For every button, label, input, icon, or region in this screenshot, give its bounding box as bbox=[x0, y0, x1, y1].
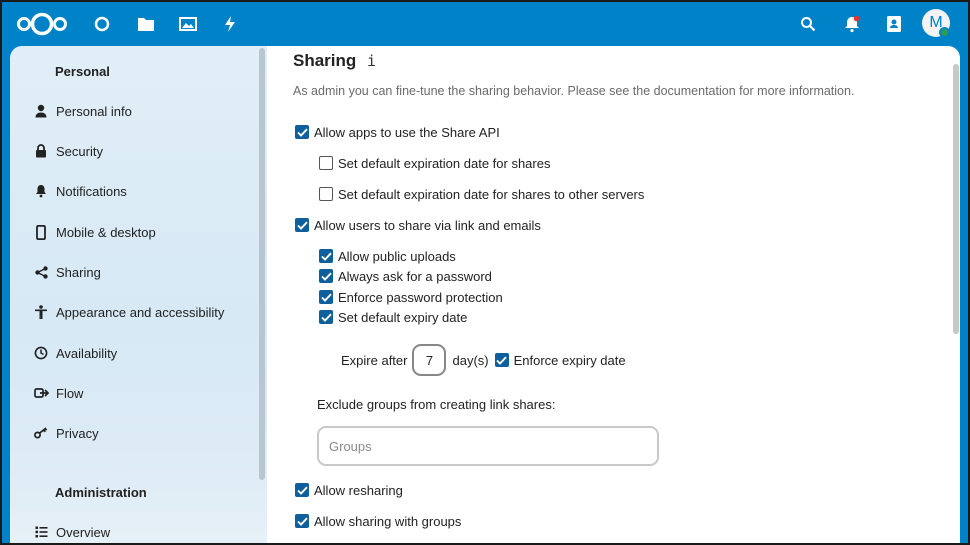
info-icon[interactable]: i bbox=[367, 52, 376, 70]
sidebar-item-sharing[interactable]: Sharing bbox=[26, 254, 254, 290]
option-label: Allow apps to use the Share API bbox=[314, 124, 500, 140]
share-icon bbox=[26, 265, 56, 279]
sidebar-item-label: Privacy bbox=[56, 425, 99, 441]
option-share-api[interactable]: Allow apps to use the Share API bbox=[295, 123, 500, 141]
accessibility-icon bbox=[26, 304, 56, 320]
sidebar-item-appearance[interactable]: Appearance and accessibility bbox=[26, 294, 254, 330]
app-window: M Personal Personal info Security Notifi… bbox=[2, 2, 968, 543]
option-enforce-password[interactable]: Enforce password protection bbox=[319, 288, 503, 306]
option-label: Allow sharing with groups bbox=[314, 513, 462, 529]
expire-days-input[interactable] bbox=[412, 344, 447, 376]
option-label: Set default expiry date bbox=[338, 309, 468, 325]
option-label: Set default expiration date for shares t… bbox=[338, 186, 645, 202]
sidebar-item-notifications[interactable]: Notifications bbox=[26, 173, 254, 209]
section-description: As admin you can fine-tune the sharing b… bbox=[293, 84, 855, 98]
settings-sidebar: Personal Personal info Security Notifica… bbox=[10, 46, 267, 543]
sidebar-item-overview[interactable]: Overview bbox=[26, 514, 254, 543]
checkbox-checked-icon[interactable] bbox=[319, 290, 333, 304]
sidebar-item-availability[interactable]: Availability bbox=[26, 335, 254, 371]
contacts-icon[interactable] bbox=[880, 2, 908, 46]
checkbox-checked-icon[interactable] bbox=[319, 249, 333, 263]
sidebar-item-label: Notifications bbox=[56, 183, 127, 199]
option-default-expiry[interactable]: Set default expiry date bbox=[319, 308, 467, 326]
top-header: M bbox=[2, 2, 968, 46]
option-label: Always ask for a password bbox=[338, 268, 492, 284]
option-ask-password[interactable]: Always ask for a password bbox=[319, 267, 492, 285]
option-public-uploads[interactable]: Allow public uploads bbox=[319, 247, 456, 265]
person-icon bbox=[26, 104, 56, 118]
sidebar-item-label: Overview bbox=[56, 524, 111, 540]
checkbox-checked-icon[interactable] bbox=[295, 218, 309, 232]
administration-heading: Administration bbox=[55, 485, 147, 500]
option-label: Enforce expiry date bbox=[513, 352, 626, 368]
list-icon bbox=[26, 526, 56, 538]
sidebar-item-label: Mobile & desktop bbox=[56, 224, 156, 240]
main-scrollbar[interactable] bbox=[953, 64, 959, 334]
option-label: Enforce password protection bbox=[338, 289, 503, 305]
checkbox-checked-icon[interactable] bbox=[295, 125, 309, 139]
nextcloud-logo[interactable] bbox=[14, 2, 70, 46]
flow-icon bbox=[26, 387, 56, 399]
option-resharing[interactable]: Allow resharing bbox=[295, 481, 403, 499]
sidebar-item-label: Availability bbox=[56, 345, 118, 361]
bell-icon bbox=[26, 184, 56, 198]
personal-heading: Personal bbox=[55, 64, 110, 79]
option-enforce-expiry[interactable]: Enforce expiry date bbox=[494, 352, 626, 368]
online-status-dot bbox=[939, 27, 950, 38]
sidebar-item-label: Sharing bbox=[56, 264, 101, 280]
sharing-settings-panel: Sharing i As admin you can fine-tune the… bbox=[267, 46, 960, 543]
groups-input[interactable] bbox=[317, 426, 659, 466]
option-link-share[interactable]: Allow users to share via link and emails bbox=[295, 216, 541, 234]
checkbox-checked-icon[interactable] bbox=[319, 310, 333, 324]
expire-after-label: Expire after bbox=[341, 352, 408, 368]
sidebar-item-personal-info[interactable]: Personal info bbox=[26, 93, 254, 129]
sidebar-item-label: Flow bbox=[56, 385, 84, 401]
option-default-expiration-remote[interactable]: Set default expiration date for shares t… bbox=[319, 185, 644, 203]
sidebar-item-mobile-desktop[interactable]: Mobile & desktop bbox=[26, 214, 254, 250]
exclude-groups-label: Exclude groups from creating link shares… bbox=[317, 397, 556, 412]
clock-icon bbox=[26, 346, 56, 360]
lock-icon bbox=[26, 144, 56, 158]
checkbox-checked-icon[interactable] bbox=[295, 483, 309, 497]
option-label: Set default expiration date for shares bbox=[338, 155, 551, 171]
sidebar-item-flow[interactable]: Flow bbox=[26, 375, 254, 411]
checkbox-unchecked-icon[interactable] bbox=[319, 156, 333, 170]
photos-icon[interactable] bbox=[174, 2, 202, 46]
search-icon[interactable] bbox=[794, 2, 822, 46]
sidebar-item-security[interactable]: Security bbox=[26, 133, 254, 169]
activity-icon[interactable] bbox=[216, 2, 244, 46]
sidebar-item-label: Appearance and accessibility bbox=[56, 304, 225, 320]
days-unit-label: day(s) bbox=[452, 352, 489, 368]
sidebar-item-label: Security bbox=[56, 143, 103, 159]
notifications-icon[interactable] bbox=[838, 2, 866, 46]
checkbox-checked-icon[interactable] bbox=[494, 353, 509, 367]
option-label: Allow resharing bbox=[314, 482, 403, 498]
checkbox-unchecked-icon[interactable] bbox=[319, 187, 333, 201]
dashboard-icon[interactable] bbox=[88, 2, 116, 46]
phone-icon bbox=[26, 224, 56, 240]
option-label: Allow users to share via link and emails bbox=[314, 217, 541, 233]
files-icon[interactable] bbox=[132, 2, 160, 46]
sidebar-scrollbar[interactable] bbox=[259, 48, 265, 480]
key-icon bbox=[26, 427, 56, 439]
sidebar-item-label: Personal info bbox=[56, 103, 132, 119]
sidebar-item-privacy[interactable]: Privacy bbox=[26, 415, 254, 451]
checkbox-checked-icon[interactable] bbox=[319, 269, 333, 283]
option-default-expiration[interactable]: Set default expiration date for shares bbox=[319, 154, 550, 172]
expire-settings-row: Expire after day(s) Enforce expiry date bbox=[341, 343, 626, 377]
option-label: Allow public uploads bbox=[338, 248, 456, 264]
page-title: Sharing bbox=[293, 51, 357, 70]
checkbox-checked-icon[interactable] bbox=[295, 514, 309, 528]
option-sharing-groups[interactable]: Allow sharing with groups bbox=[295, 512, 461, 530]
